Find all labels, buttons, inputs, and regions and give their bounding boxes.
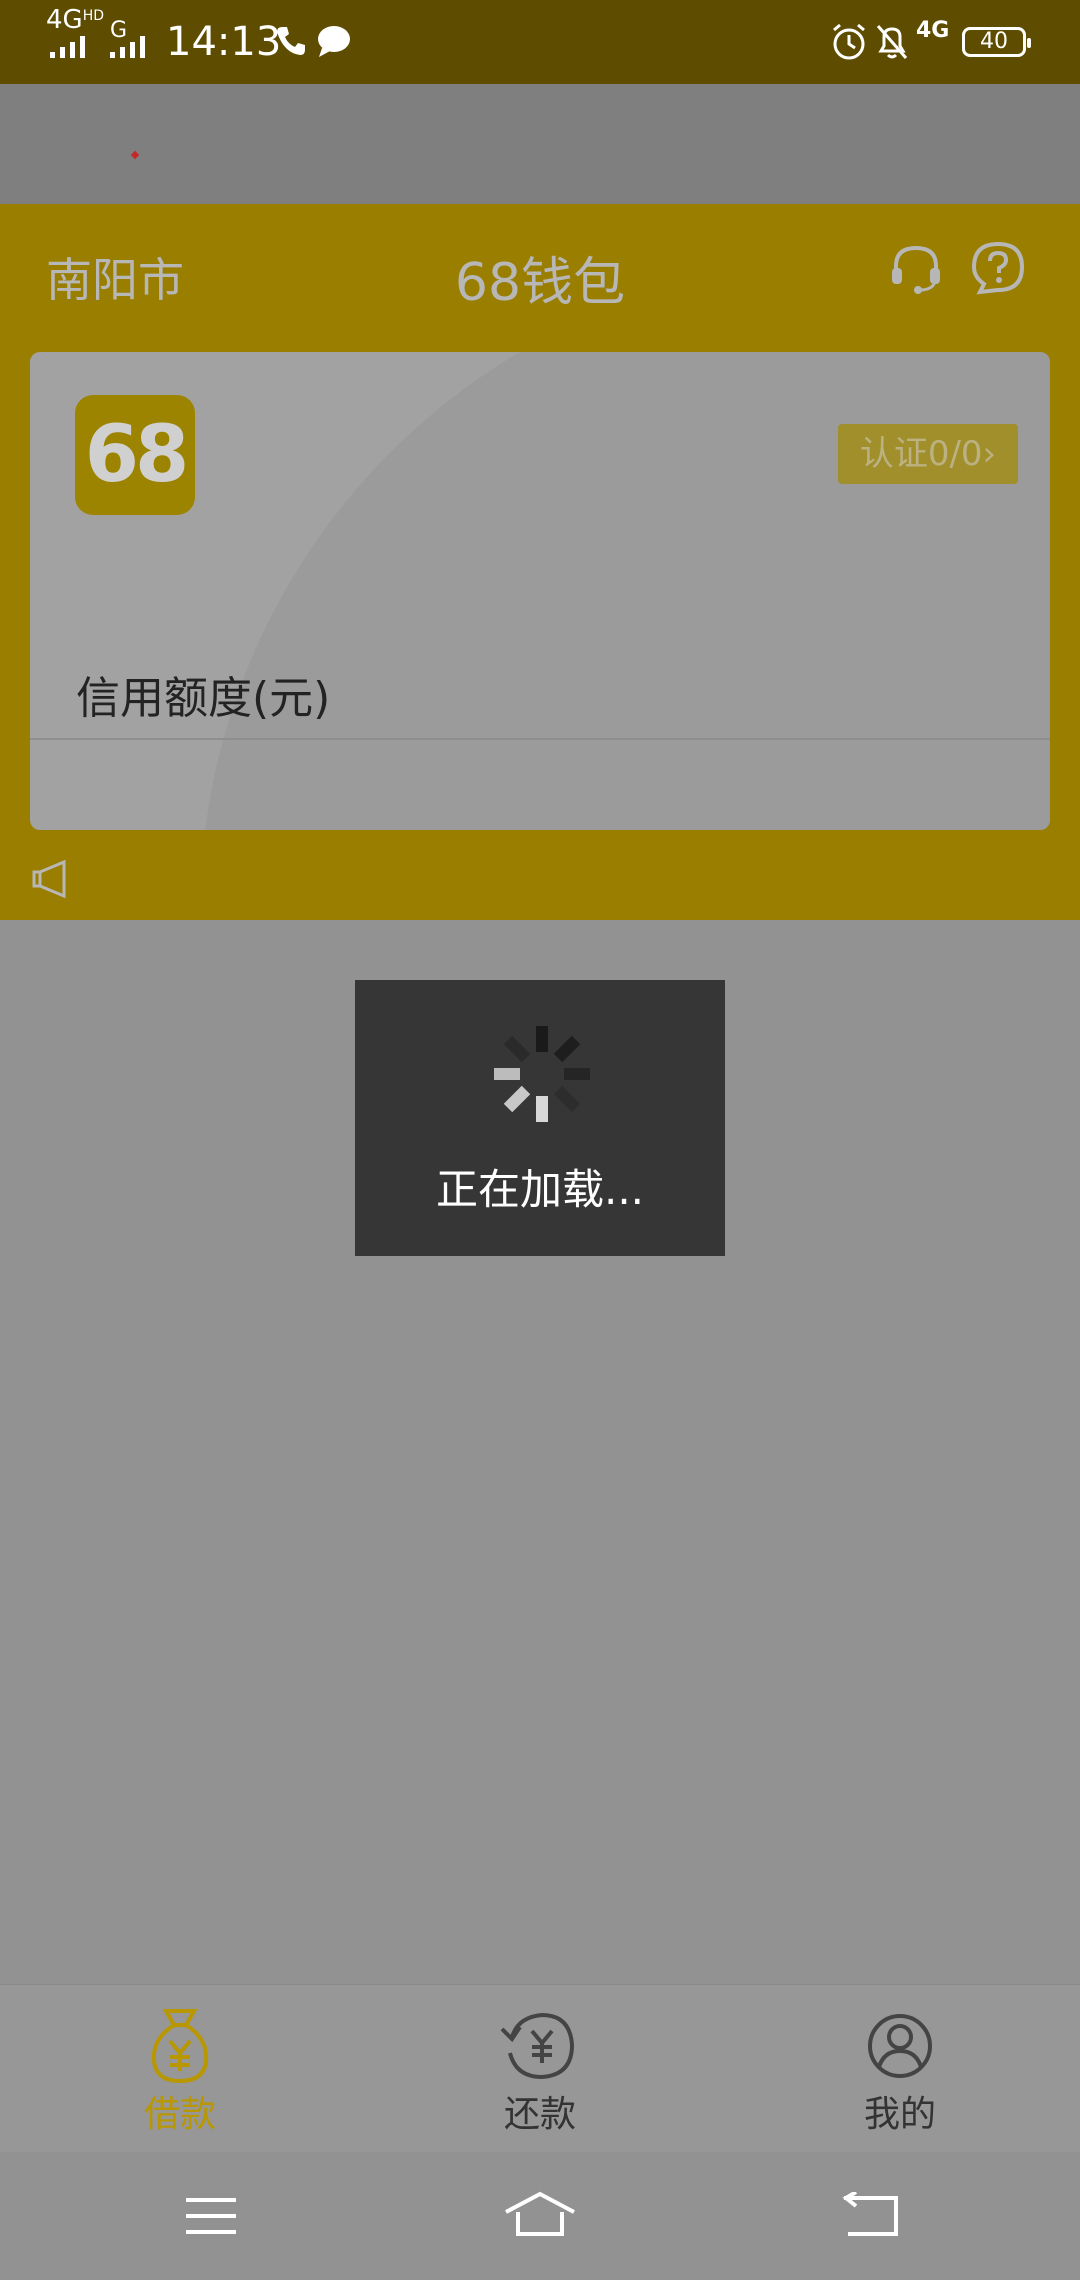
tab-borrow[interactable]: 借款 bbox=[0, 1985, 360, 2153]
menu-icon[interactable] bbox=[184, 2196, 238, 2236]
home-icon[interactable] bbox=[504, 2190, 576, 2238]
money-bag-icon bbox=[151, 2009, 209, 2084]
app-logo: 68 bbox=[75, 395, 195, 515]
loading-dialog: 正在加载... bbox=[355, 980, 725, 1256]
bottom-navigation: 借款 还款 我的 bbox=[0, 1984, 1080, 2153]
loading-text: 正在加载... bbox=[435, 1165, 645, 1214]
clock: 14:13 bbox=[166, 19, 282, 65]
signal-bars-2-icon bbox=[110, 36, 145, 58]
help-icon[interactable] bbox=[970, 240, 1026, 296]
credit-limit-label: 信用额度(元) bbox=[76, 673, 331, 724]
certification-label: 认证0/0 bbox=[859, 434, 983, 474]
tab-borrow-label: 借款 bbox=[143, 2094, 216, 2135]
profile-icon bbox=[868, 2014, 932, 2078]
network-type-label: 4G bbox=[916, 18, 950, 43]
call-icon bbox=[277, 27, 305, 55]
back-icon[interactable] bbox=[840, 2192, 900, 2238]
chevron-right-icon: › bbox=[982, 434, 997, 474]
tab-mine[interactable]: 我的 bbox=[720, 1985, 1080, 2153]
signal-bars-icon bbox=[50, 36, 85, 58]
webview-top-area bbox=[0, 84, 1080, 204]
tab-mine-label: 我的 bbox=[863, 2094, 936, 2135]
battery-indicator: 40 bbox=[962, 27, 1031, 57]
tab-repay[interactable]: 还款 bbox=[360, 1985, 720, 2153]
card-divider bbox=[30, 738, 1050, 740]
logo-text: 68 bbox=[84, 410, 190, 500]
tab-repay-label: 还款 bbox=[503, 2094, 576, 2135]
certification-badge[interactable]: 认证0/0› bbox=[838, 424, 1018, 484]
message-icon bbox=[318, 26, 350, 57]
mute-bell-icon bbox=[876, 25, 908, 59]
credit-card-panel: 68 认证0/0› 信用额度(元) bbox=[30, 352, 1050, 830]
system-navigation-bar bbox=[0, 2152, 1080, 2280]
loading-spinner-icon bbox=[494, 1026, 590, 1122]
status-bar: 4GHD G 14:13 4G 40 bbox=[0, 0, 1080, 84]
alarm-icon bbox=[833, 23, 865, 60]
customer-service-icon[interactable] bbox=[888, 240, 944, 296]
repay-icon bbox=[500, 2012, 575, 2080]
announcement-speaker-icon bbox=[32, 859, 66, 899]
